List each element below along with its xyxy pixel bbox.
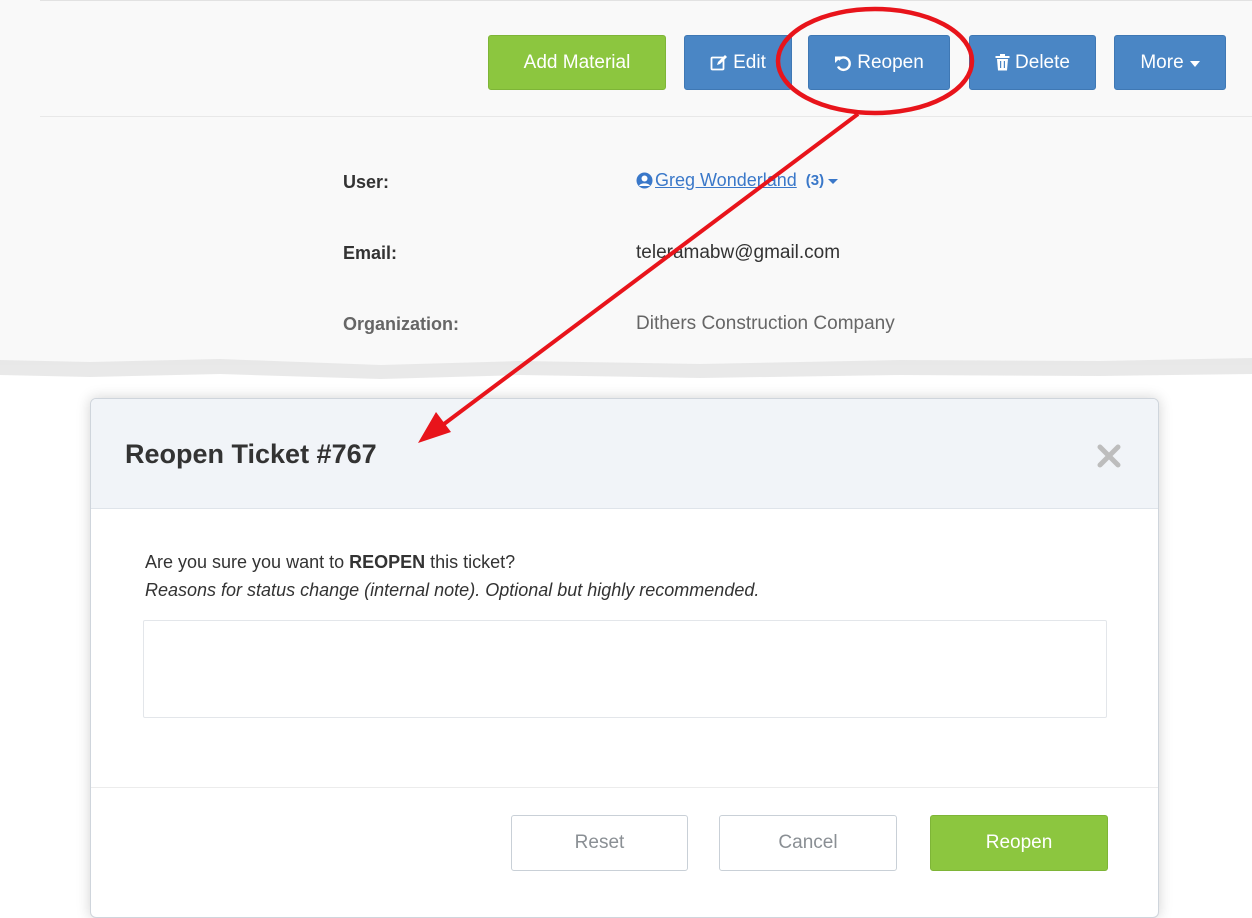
note-hint: Reasons for status change (internal note… [145, 580, 760, 600]
user-name[interactable]: Greg Wonderland [655, 170, 797, 191]
trash-icon [995, 54, 1010, 71]
divider [40, 116, 1252, 117]
user-ticket-count[interactable]: (3) [806, 172, 824, 189]
delete-label: Delete [1015, 51, 1070, 73]
chevron-down-icon[interactable] [828, 179, 839, 184]
reopen-confirm-label: Reopen [985, 832, 1053, 853]
more-label: More [1140, 51, 1184, 73]
user-link[interactable]: Greg Wonderland (3) [636, 170, 839, 191]
divider [40, 0, 1252, 1]
organization-value: Dithers Construction Company [636, 313, 895, 334]
user-icon [636, 172, 653, 189]
reopen-toolbar-button[interactable]: Reopen [808, 35, 950, 90]
reason-textarea[interactable] [143, 620, 1107, 718]
edit-icon [710, 54, 728, 72]
reopen-ticket-dialog: Reopen Ticket #767 Are you sure you want… [90, 398, 1159, 918]
add-material-label: Add Material [523, 51, 631, 73]
question-emphasis: REOPEN [349, 552, 426, 572]
organization-label: Organization: [343, 314, 459, 334]
edit-button[interactable]: Edit [684, 35, 792, 90]
email-value: teleramabw@gmail.com [636, 242, 841, 263]
add-material-button[interactable]: Add Material [488, 35, 666, 90]
cancel-label: Cancel [778, 832, 838, 853]
cancel-button[interactable]: Cancel [719, 815, 897, 871]
reopen-toolbar-label: Reopen [857, 51, 924, 73]
reopen-confirm-button[interactable]: Reopen [930, 815, 1108, 871]
user-label: User: [343, 172, 390, 192]
question-suffix: this ticket? [425, 552, 516, 572]
delete-button[interactable]: Delete [969, 35, 1096, 90]
dialog-header: Reopen Ticket #767 [91, 399, 1158, 509]
divider [91, 787, 1158, 788]
dialog-title: Reopen Ticket #767 [125, 439, 377, 469]
confirm-question: Are you sure you want to REOPEN this tic… [145, 552, 515, 573]
edit-label: Edit [733, 51, 766, 73]
reset-label: Reset [574, 832, 625, 853]
close-icon[interactable] [1096, 443, 1122, 469]
question-prefix: Are you sure you want to [145, 552, 350, 572]
caret-down-icon [1189, 60, 1200, 67]
email-label: Email: [343, 243, 398, 263]
torn-edge-divider [0, 352, 1252, 379]
undo-icon [834, 54, 852, 72]
ticket-detail-panel: Add Material Edit Reopen Delete More Use… [0, 0, 1252, 365]
reset-button[interactable]: Reset [511, 815, 688, 871]
more-dropdown-button[interactable]: More [1114, 35, 1226, 90]
